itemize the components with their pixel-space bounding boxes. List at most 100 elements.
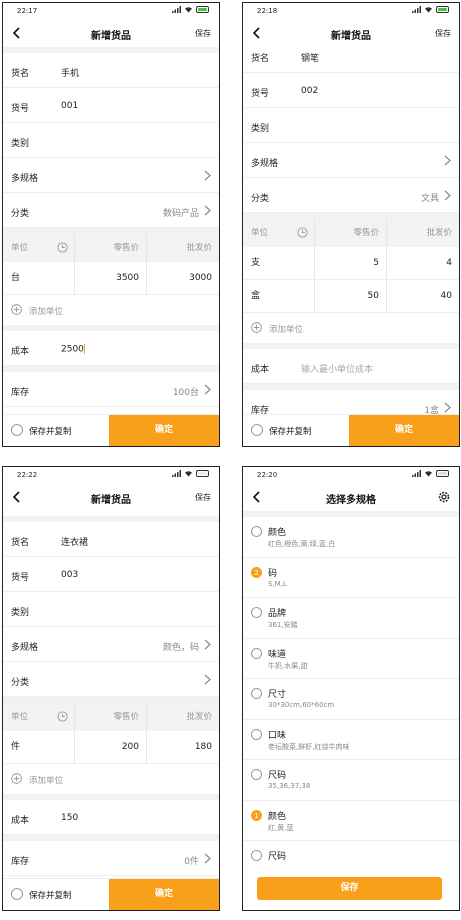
- spec-option-name: 颜色: [268, 811, 287, 822]
- clock-icon[interactable]: [57, 711, 68, 722]
- table-row[interactable]: 台 3500 3000: [3, 262, 219, 295]
- signal-icon: [172, 6, 181, 13]
- cost-row[interactable]: 成本 150: [3, 800, 219, 835]
- spec-option-name: 尺码: [268, 771, 287, 781]
- clock-icon[interactable]: [297, 227, 308, 238]
- category-row[interactable]: 类别: [3, 592, 219, 627]
- radio-icon[interactable]: [251, 688, 262, 699]
- spec-option[interactable]: 口味 老坛酸菜,鲜虾,红烧牛肉味: [243, 720, 459, 760]
- category-row[interactable]: 类别: [243, 108, 459, 143]
- add-unit-button[interactable]: 添加单位: [243, 313, 459, 343]
- status-bar: 22:22: [3, 467, 219, 485]
- radio-icon[interactable]: 2: [251, 566, 262, 578]
- spec-option-list: 颜色 红色,橙色,黄,绿,蓝,白 2 码 S,M,L 品牌 361,安踏 味道 牛奶,水果,甜尺…: [243, 517, 459, 865]
- wifi-icon: [425, 7, 432, 13]
- class-row[interactable]: 分类 数码产品: [3, 193, 219, 228]
- status-bar: 22:18: [243, 3, 459, 21]
- page-title: 选择多规格: [326, 495, 376, 506]
- plus-circle-icon: [251, 322, 262, 333]
- spec-row[interactable]: 多规格: [243, 143, 459, 178]
- table-row[interactable]: 件 200 180: [3, 731, 219, 764]
- cost-field[interactable]: 2500: [61, 344, 85, 355]
- radio-icon[interactable]: [251, 607, 262, 618]
- confirm-button[interactable]: 确定: [109, 415, 219, 446]
- status-time: 22:17: [17, 7, 38, 15]
- spec-option-values: 30*30cm,60*60cm: [268, 701, 335, 709]
- spec-option-values: 35,36,37,38: [268, 782, 311, 790]
- save-button[interactable]: 保存: [435, 28, 451, 39]
- radio-icon[interactable]: [251, 526, 262, 537]
- status-bar: 22:17: [3, 3, 219, 21]
- confirm-button[interactable]: 确定: [349, 415, 459, 446]
- name-row[interactable]: 货名 钢笔: [243, 43, 459, 73]
- class-row[interactable]: 分类: [3, 662, 219, 697]
- spec-option[interactable]: 2 码 S,M,L: [243, 558, 459, 598]
- spec-option-name: 尺码: [268, 852, 287, 862]
- table-row[interactable]: 支 5 4: [243, 247, 459, 280]
- spec-option[interactable]: 品牌 361,安踏: [243, 598, 459, 639]
- battery-icon: [436, 6, 449, 13]
- gear-icon[interactable]: [437, 490, 451, 504]
- spec-row[interactable]: 多规格 颜色，码: [3, 627, 219, 662]
- add-unit-button[interactable]: 添加单位: [3, 295, 219, 325]
- add-unit-button[interactable]: 添加单位: [3, 764, 219, 794]
- radio-icon[interactable]: [251, 647, 262, 659]
- save-button[interactable]: 保存: [195, 28, 211, 39]
- code-row[interactable]: 货号 002: [243, 73, 459, 108]
- code-row[interactable]: 货号 003: [3, 557, 219, 592]
- battery-icon: [196, 470, 209, 477]
- code-field[interactable]: 001: [61, 101, 78, 111]
- chevron-right-icon: [204, 170, 211, 181]
- signal-icon: [412, 470, 421, 477]
- code-row[interactable]: 货号 001: [3, 88, 219, 123]
- checkbox-icon: [11, 888, 23, 900]
- save-button[interactable]: 保存: [195, 492, 211, 503]
- spec-option-values: 红色,橙色,黄,绿,蓝,白: [268, 540, 336, 548]
- cost-row[interactable]: 成本 输入最小单位成本: [243, 349, 459, 384]
- spec-option-name: 口味: [268, 730, 287, 741]
- spec-option-values: 红,黄,蓝: [268, 823, 294, 832]
- checkbox-icon: [11, 424, 23, 436]
- confirm-button[interactable]: 确定: [109, 879, 219, 910]
- cost-field[interactable]: 输入最小单位成本: [301, 362, 373, 375]
- save-and-copy-toggle[interactable]: 保存并复制: [3, 415, 109, 446]
- name-field[interactable]: 手机: [61, 66, 79, 79]
- class-row[interactable]: 分类 文具: [243, 178, 459, 213]
- spec-option[interactable]: 1 颜色 红,黄,蓝: [243, 801, 459, 841]
- stock-value: 100台: [172, 388, 199, 398]
- save-and-copy-toggle[interactable]: 保存并复制: [3, 879, 109, 910]
- save-and-copy-toggle[interactable]: 保存并复制: [243, 415, 349, 446]
- chevron-right-icon: [204, 853, 211, 864]
- radio-icon[interactable]: 1: [251, 809, 262, 821]
- signal-icon: [172, 470, 181, 477]
- category-row[interactable]: 类别: [3, 123, 219, 158]
- checkbox-icon: [251, 424, 263, 436]
- spec-option[interactable]: 尺寸 30*30cm,60*60cm: [243, 679, 459, 720]
- screen-1: 22:17 新增货品 保存 货名 手机 货号 001 类别 多规格 分类 数码产品 单…: [2, 2, 220, 447]
- wifi-icon: [185, 7, 192, 13]
- stock-row[interactable]: 库存 1盒: [243, 390, 459, 415]
- clock-icon[interactable]: [57, 242, 68, 253]
- table-row[interactable]: 盒 50 40: [243, 280, 459, 313]
- spec-option-name: 味道: [268, 649, 287, 660]
- spec-option[interactable]: 味道 牛奶,水果,甜: [243, 639, 459, 679]
- spec-option[interactable]: 尺码 35,36,37,38: [243, 760, 459, 801]
- stock-row[interactable]: 库存 0件: [3, 841, 219, 876]
- battery-icon: [436, 470, 449, 477]
- radio-icon[interactable]: [251, 769, 262, 780]
- spec-option[interactable]: 尺码: [243, 841, 459, 865]
- wifi-icon: [185, 471, 192, 477]
- name-row[interactable]: 货名 连衣裙: [3, 522, 219, 557]
- stock-row[interactable]: 库存 100台: [3, 372, 219, 407]
- radio-icon[interactable]: [251, 850, 262, 861]
- unit-table-header: 单位 零售价 批发价: [3, 703, 219, 731]
- spec-option[interactable]: 颜色 红色,橙色,黄,绿,蓝,白: [243, 517, 459, 558]
- page-title: 新增货品: [91, 31, 131, 42]
- name-row[interactable]: 货名 手机: [3, 53, 219, 88]
- save-button[interactable]: 保存: [257, 877, 442, 900]
- chevron-right-icon: [444, 190, 451, 201]
- spec-row[interactable]: 多规格: [3, 158, 219, 193]
- radio-icon[interactable]: [251, 728, 262, 740]
- cost-row[interactable]: 成本 2500: [3, 331, 219, 366]
- chevron-right-icon: [204, 674, 211, 685]
